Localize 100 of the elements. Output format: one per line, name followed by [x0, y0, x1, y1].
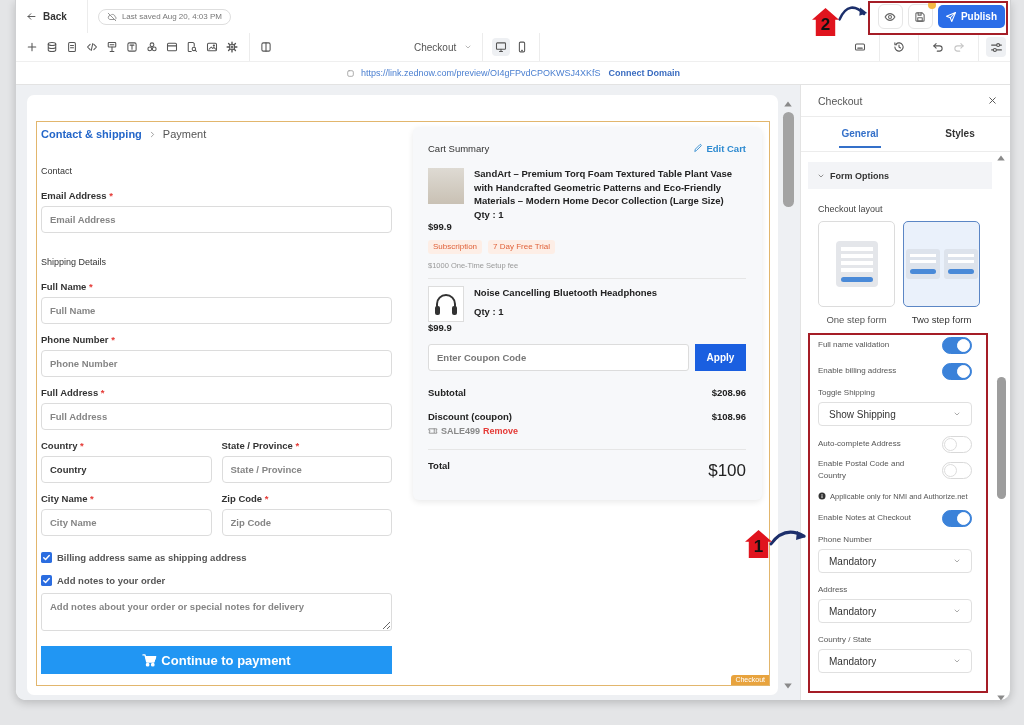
file-search-icon[interactable]	[186, 41, 198, 53]
setting-label: Toggle Shipping	[818, 388, 876, 398]
text-input[interactable]: Email Address	[41, 206, 392, 233]
scroll-down-icon[interactable]	[996, 693, 1006, 700]
setting-label: Phone Number	[818, 535, 873, 545]
checkbox[interactable]	[41, 551, 52, 563]
breadcrumb-step[interactable]: Payment	[162, 128, 207, 140]
product-tag: 7 Day Free Trial	[488, 239, 555, 254]
clock-icon[interactable]	[893, 41, 905, 53]
edit-cart-link[interactable]: Edit Cart	[693, 142, 746, 154]
back-button[interactable]: Back	[26, 7, 67, 26]
text-input[interactable]: Zip Code	[221, 509, 392, 536]
cloud-off-icon	[106, 11, 117, 22]
setting-label: Enable Notes at Checkout	[818, 512, 911, 524]
scroll-up-icon[interactable]	[783, 99, 793, 109]
total-label: Total	[428, 459, 450, 472]
publish-button[interactable]: Publish	[937, 5, 1005, 28]
save-status-text: Last saved Aug 20, 4:03 PM	[121, 12, 222, 21]
total-amount: $100	[708, 460, 746, 481]
checkbox-label: Billing address same as shipping address	[57, 551, 247, 563]
product-quantity: Qty : 1	[474, 305, 505, 318]
image-icon[interactable]	[206, 41, 218, 53]
checkbox[interactable]	[41, 574, 52, 586]
desktop-view-button[interactable]	[492, 38, 511, 56]
scroll-down-icon[interactable]	[783, 681, 793, 691]
save-button[interactable]	[907, 4, 933, 29]
window-icon[interactable]	[166, 41, 178, 53]
text-input[interactable]: State / Province	[221, 456, 392, 483]
undo-icon[interactable]	[932, 41, 944, 53]
field-label: State / Province *	[221, 440, 301, 452]
apply-button[interactable]: Apply	[695, 343, 746, 371]
gear-icon[interactable]	[226, 41, 238, 53]
toggle-switch[interactable]	[942, 362, 972, 380]
breadcrumb-step[interactable]: Contact & shipping	[41, 128, 142, 140]
layout-option-label: One step form	[826, 314, 887, 325]
coupon-code: SALE499	[441, 425, 481, 436]
checkbox-label: Add notes to your order	[57, 574, 166, 586]
plus-icon[interactable]	[26, 41, 38, 53]
product-tag: Subscription	[428, 239, 483, 254]
ticket-icon	[428, 425, 438, 436]
toggle-switch[interactable]	[942, 336, 972, 354]
select-field[interactable]: Mandatory	[818, 649, 972, 673]
scrollbar-thumb[interactable]	[996, 377, 1006, 499]
text-input[interactable]: City Name	[41, 509, 212, 536]
document-icon[interactable]	[66, 41, 78, 53]
setting-label: Full name validation	[818, 339, 890, 351]
field-label: Phone Number *	[41, 334, 116, 346]
notes-textarea[interactable]: Add notes about your order or special notes for delivery	[41, 593, 392, 631]
section-heading: Contact	[41, 165, 74, 177]
keyboard-icon[interactable]	[854, 41, 866, 53]
connect-domain-link[interactable]: Connect Domain	[608, 68, 681, 78]
panel-tab[interactable]: Styles	[943, 128, 977, 148]
text-box-icon[interactable]	[126, 41, 138, 53]
summary-amount: $208.96	[711, 386, 746, 399]
layout-option-label: Two step form	[911, 314, 972, 325]
field-label: Zip Code *	[221, 493, 270, 505]
signboard-icon[interactable]	[106, 41, 118, 53]
close-icon[interactable]	[987, 95, 998, 106]
page-select-dropdown[interactable]: Checkout	[414, 36, 483, 58]
remove-coupon-link[interactable]: Remove	[483, 425, 519, 436]
toggle-switch[interactable]	[942, 509, 972, 527]
arrow-left-icon	[26, 11, 37, 22]
field-label: Country *	[41, 440, 85, 452]
field-label: Full Address *	[41, 387, 106, 399]
preview-url: https://link.zednow.com/preview/OI4gFPvdCPOKWSJ4XKfS	[360, 68, 601, 78]
text-input[interactable]: Full Name	[41, 297, 392, 324]
text-input[interactable]: Country	[41, 456, 212, 483]
section-heading: Shipping Details	[41, 256, 108, 268]
select-field[interactable]: Mandatory	[818, 549, 972, 573]
text-input[interactable]: Phone Number	[41, 350, 392, 377]
text-input[interactable]: Full Address	[41, 403, 392, 430]
circles-icon[interactable]	[146, 41, 158, 53]
panel-tab[interactable]: General	[839, 128, 881, 148]
product-price: $99.9	[428, 321, 453, 334]
pencil-icon	[693, 143, 704, 153]
scrollbar-thumb[interactable]	[782, 112, 794, 207]
coupon-code-input[interactable]: Enter Coupon Code	[428, 343, 689, 371]
summary-amount: $108.96	[711, 410, 746, 423]
code-icon[interactable]	[86, 41, 98, 53]
caret-down-icon	[953, 657, 961, 665]
cart-icon	[142, 652, 158, 668]
panel-title: Checkout	[818, 94, 863, 107]
product-name: Noise Cancelling Bluetooth Headphones	[474, 285, 658, 299]
eye-icon	[884, 10, 897, 23]
select-field[interactable]: Show Shipping	[818, 402, 972, 426]
caret-down-icon	[953, 557, 961, 565]
settings-button[interactable]	[986, 37, 1006, 57]
caret-down-icon	[464, 43, 473, 51]
scroll-up-icon[interactable]	[996, 153, 1006, 163]
form-options-header[interactable]: Form Options	[808, 162, 992, 189]
setting-label: Country / State	[818, 635, 873, 645]
database-icon[interactable]	[46, 41, 58, 53]
preview-button[interactable]	[877, 4, 903, 29]
columns-icon[interactable]	[260, 41, 272, 53]
field-label: City Name *	[41, 493, 95, 505]
setting-label: Auto-complete Address	[818, 438, 901, 450]
select-field[interactable]: Mandatory	[818, 599, 972, 623]
headphones-icon	[428, 285, 464, 322]
caret-down-icon	[953, 410, 961, 418]
layout-option-card[interactable]	[903, 221, 980, 307]
